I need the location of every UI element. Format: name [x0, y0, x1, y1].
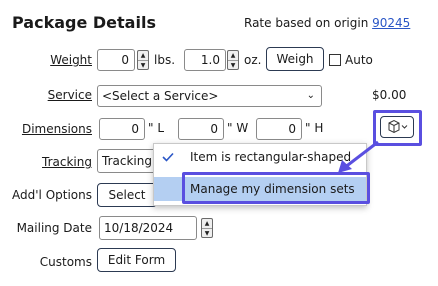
rate-prefix: Rate based on origin — [244, 16, 369, 30]
dimension-width-unit: " W — [227, 121, 249, 135]
tracking-selected-value: Tracking — [102, 154, 152, 168]
down-arrow-icon[interactable]: ▼ — [202, 229, 212, 238]
dimension-sets-button[interactable] — [380, 116, 414, 138]
down-arrow-icon[interactable]: ▼ — [138, 61, 148, 70]
dimension-length-input[interactable]: 0 — [99, 118, 145, 140]
dimension-width-input[interactable]: 0 — [178, 118, 224, 140]
tracking-label-text: Tracking — [42, 155, 92, 169]
tracking-label: Tracking — [14, 155, 92, 169]
weight-lbs-unit: lbs. — [154, 53, 176, 67]
service-label-text: Service — [47, 88, 92, 102]
weight-lbs-stepper[interactable]: ▲ ▼ — [137, 50, 149, 70]
dimension-height-input[interactable]: 0 — [256, 118, 302, 140]
chevron-down-icon: ⌄ — [306, 90, 315, 101]
weigh-button[interactable]: Weigh — [266, 47, 324, 71]
dimension-length-unit: " L — [148, 121, 165, 135]
weight-label: Weight — [14, 53, 92, 67]
checkmark-icon — [162, 152, 174, 162]
auto-checkbox[interactable] — [329, 54, 341, 66]
dimensions-label-text: Dimensions — [21, 122, 92, 136]
dimension-height-unit: " H — [305, 121, 324, 135]
weight-label-text: Weight — [50, 53, 92, 67]
mailing-date-label: Mailing Date — [16, 221, 92, 235]
service-price: $0.00 — [372, 88, 407, 102]
pointer-arrow-icon — [338, 140, 379, 173]
up-arrow-icon[interactable]: ▲ — [228, 51, 238, 61]
addl-options-select-button[interactable]: Select — [97, 183, 157, 207]
menu-item-rectangular-label: Item is rectangular-shaped — [190, 150, 352, 164]
rate-info: Rate based on origin 90245 — [244, 16, 410, 30]
auto-label: Auto — [345, 53, 373, 67]
weight-lbs-input[interactable]: 0 — [97, 49, 135, 71]
weight-oz-unit: oz. — [244, 53, 262, 67]
addl-options-label: Add'l Options — [12, 188, 92, 202]
service-selected-value: <Select a Service> — [102, 89, 219, 103]
edit-form-button[interactable]: Edit Form — [97, 248, 176, 272]
up-arrow-icon[interactable]: ▲ — [202, 219, 212, 229]
origin-zip-link[interactable]: 90245 — [372, 16, 410, 30]
mailing-date-input[interactable]: 10/18/2024 — [99, 216, 197, 240]
page-title: Package Details — [12, 13, 156, 32]
dimensions-label: Dimensions — [14, 122, 92, 136]
service-select[interactable]: <Select a Service> ⌄ — [97, 85, 322, 107]
up-arrow-icon[interactable]: ▲ — [138, 51, 148, 61]
down-arrow-icon[interactable]: ▼ — [228, 61, 238, 70]
mailing-date-stepper[interactable]: ▲ ▼ — [201, 218, 213, 238]
service-label: Service — [14, 88, 92, 102]
customs-label: Customs — [39, 255, 92, 269]
weight-oz-input[interactable]: 1.0 — [184, 49, 226, 71]
weight-oz-stepper[interactable]: ▲ ▼ — [227, 50, 239, 70]
cube-icon — [388, 119, 408, 134]
